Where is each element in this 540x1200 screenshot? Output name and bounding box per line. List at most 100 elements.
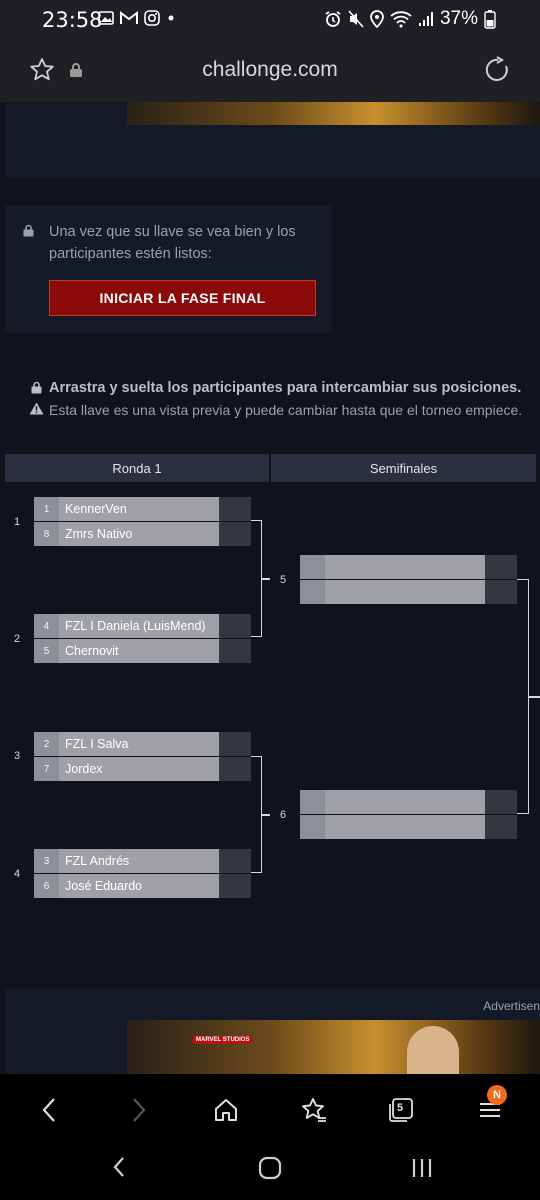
score-box [219, 497, 251, 521]
participant-name: José Eduardo [59, 874, 219, 898]
drag-notice: Arrastra y suelta los participantes para… [49, 380, 522, 396]
location-icon [370, 10, 384, 28]
score-box [219, 849, 251, 873]
participant-name: Zmrs Nativo [59, 522, 219, 546]
preview-notice: Esta llave es una vista previa y puede c… [49, 402, 523, 418]
score-box [219, 732, 251, 756]
participant-name [325, 790, 485, 814]
bookmarks-button[interactable] [294, 1092, 334, 1128]
warning-icon [29, 402, 44, 415]
start-instructions: Una vez que su llave se vea bien y los p… [49, 224, 296, 262]
participant-slot[interactable]: 4 FZL I Daniela (LuisMend) [34, 614, 251, 638]
match-4[interactable]: 3 FZL Andrés 6 José Eduardo [34, 849, 251, 898]
score-box [485, 790, 517, 814]
participant-name: FZL I Daniela (LuisMend) [59, 614, 219, 638]
seed [300, 790, 325, 814]
tabs-button[interactable]: 5 [381, 1092, 421, 1128]
page-content: Una vez que su llave se vea bien y los p… [0, 102, 540, 1074]
alarm-icon [325, 11, 341, 27]
circle-home-icon [258, 1156, 282, 1180]
mute-icon [348, 10, 364, 28]
match-5[interactable] [300, 555, 517, 604]
url-text[interactable]: challonge.com [0, 58, 540, 82]
ad-portrait [407, 1026, 459, 1074]
forward-button[interactable] [119, 1092, 159, 1128]
instagram-icon [144, 10, 160, 26]
participant-slot[interactable]: 3 FZL Andrés [34, 849, 251, 873]
seed: 8 [34, 522, 59, 546]
seed [300, 815, 325, 839]
reload-icon[interactable] [484, 56, 512, 84]
participant-name [325, 555, 485, 579]
ad-label: Advertisen [483, 999, 540, 1013]
ad-banner-image[interactable]: MARVEL STUDIOS [127, 1020, 540, 1074]
seed: 1 [34, 497, 59, 521]
system-recents-button[interactable] [411, 1157, 433, 1184]
status-bar: 23:58 37% [0, 0, 540, 40]
start-final-button[interactable]: INICIAR LA FASE FINAL [49, 280, 316, 316]
score-box [219, 614, 251, 638]
bracket-connector [517, 579, 529, 814]
match-1[interactable]: 1 KennerVen 8 Zmrs Nativo [34, 497, 251, 546]
recents-icon [412, 1159, 432, 1177]
participant-slot[interactable] [300, 790, 517, 814]
match-number: 5 [280, 574, 287, 586]
round-header-1: Ronda 1 [5, 454, 269, 482]
match-number: 3 [14, 750, 21, 762]
signal-icon [418, 12, 433, 26]
seed: 3 [34, 849, 59, 873]
seed [300, 580, 325, 604]
gallery-icon [98, 11, 114, 25]
system-back-button[interactable] [112, 1156, 126, 1183]
match-number: 2 [14, 633, 21, 645]
score-box [485, 555, 517, 579]
bracket-connector [262, 578, 270, 580]
participant-slot[interactable]: 8 Zmrs Nativo [34, 522, 251, 546]
score-box [219, 639, 251, 663]
participant-slot[interactable]: 7 Jordex [34, 757, 251, 781]
score-box [485, 580, 517, 604]
bookmarks-star-icon [302, 1098, 326, 1122]
menu-badge: N [487, 1085, 507, 1105]
lock-icon [23, 224, 34, 237]
seed: 2 [34, 732, 59, 756]
participant-slot[interactable]: 2 FZL I Salva [34, 732, 251, 756]
participant-slot[interactable] [300, 580, 517, 604]
chevron-left-icon [113, 1157, 124, 1177]
seed: 6 [34, 874, 59, 898]
participant-name: KennerVen [59, 497, 219, 521]
status-time: 23:58 [42, 8, 103, 32]
tabs-count: 5 [397, 1102, 404, 1114]
notification-icons [98, 10, 176, 26]
participant-slot[interactable]: 1 KennerVen [34, 497, 251, 521]
system-home-button[interactable] [258, 1156, 282, 1185]
home-button[interactable] [206, 1092, 246, 1128]
participant-slot[interactable] [300, 815, 517, 839]
bracket-connector [251, 520, 262, 637]
back-button[interactable] [29, 1092, 69, 1128]
bracket-connector [262, 814, 270, 816]
participant-name: Chernovit [59, 639, 219, 663]
bracket-connector [251, 756, 262, 873]
wifi-icon [390, 11, 412, 28]
ad-banner-image[interactable] [127, 102, 540, 125]
score-box [219, 874, 251, 898]
match-6[interactable] [300, 790, 517, 839]
match-3[interactable]: 2 FZL I Salva 7 Jordex [34, 732, 251, 781]
participant-slot[interactable]: 6 José Eduardo [34, 874, 251, 898]
score-box [485, 815, 517, 839]
battery-icon [484, 10, 496, 29]
match-2[interactable]: 4 FZL I Daniela (LuisMend) 5 Chernovit [34, 614, 251, 663]
participant-slot[interactable]: 5 Chernovit [34, 639, 251, 663]
menu-button[interactable]: N [470, 1085, 510, 1128]
score-box [219, 757, 251, 781]
dot-icon [168, 15, 174, 21]
ad-brand: MARVEL STUDIOS [193, 1036, 253, 1044]
round-header-semifinals: Semifinales [271, 454, 536, 482]
match-number: 1 [14, 516, 21, 528]
participant-name: Jordex [59, 757, 219, 781]
participant-name: FZL Andrés [59, 849, 219, 873]
system-icons: 37% [324, 8, 496, 30]
participant-slot[interactable] [300, 555, 517, 579]
seed: 7 [34, 757, 59, 781]
